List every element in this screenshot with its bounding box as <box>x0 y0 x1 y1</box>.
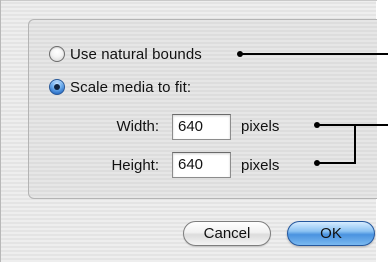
callout-line-natural-bounds <box>240 53 388 55</box>
callout-line-height <box>317 162 355 164</box>
height-label: Height: <box>111 157 159 174</box>
radio-selected-dot <box>54 84 60 90</box>
callout-bracket <box>354 124 356 164</box>
cancel-button[interactable]: Cancel <box>183 221 271 246</box>
radio-unselected-icon[interactable] <box>49 46 65 62</box>
scale-media-to-fit-label: Scale media to fit: <box>70 78 192 96</box>
export-size-dialog: Use natural bounds Scale media to fit: W… <box>0 0 377 262</box>
width-label: Width: <box>116 118 159 135</box>
use-natural-bounds-option[interactable]: Use natural bounds <box>49 43 202 65</box>
height-units-label: pixels <box>241 157 280 174</box>
callout-line-width <box>317 124 388 126</box>
dialog-top-edge <box>1 0 377 1</box>
width-units-label: pixels <box>241 118 280 135</box>
scale-media-to-fit-option[interactable]: Scale media to fit: <box>49 76 191 98</box>
radio-selected-icon[interactable] <box>49 79 65 95</box>
width-field[interactable]: 640 <box>172 114 231 140</box>
use-natural-bounds-label: Use natural bounds <box>70 45 202 63</box>
height-field[interactable]: 640 <box>172 152 231 178</box>
ok-button[interactable]: OK <box>287 221 375 246</box>
